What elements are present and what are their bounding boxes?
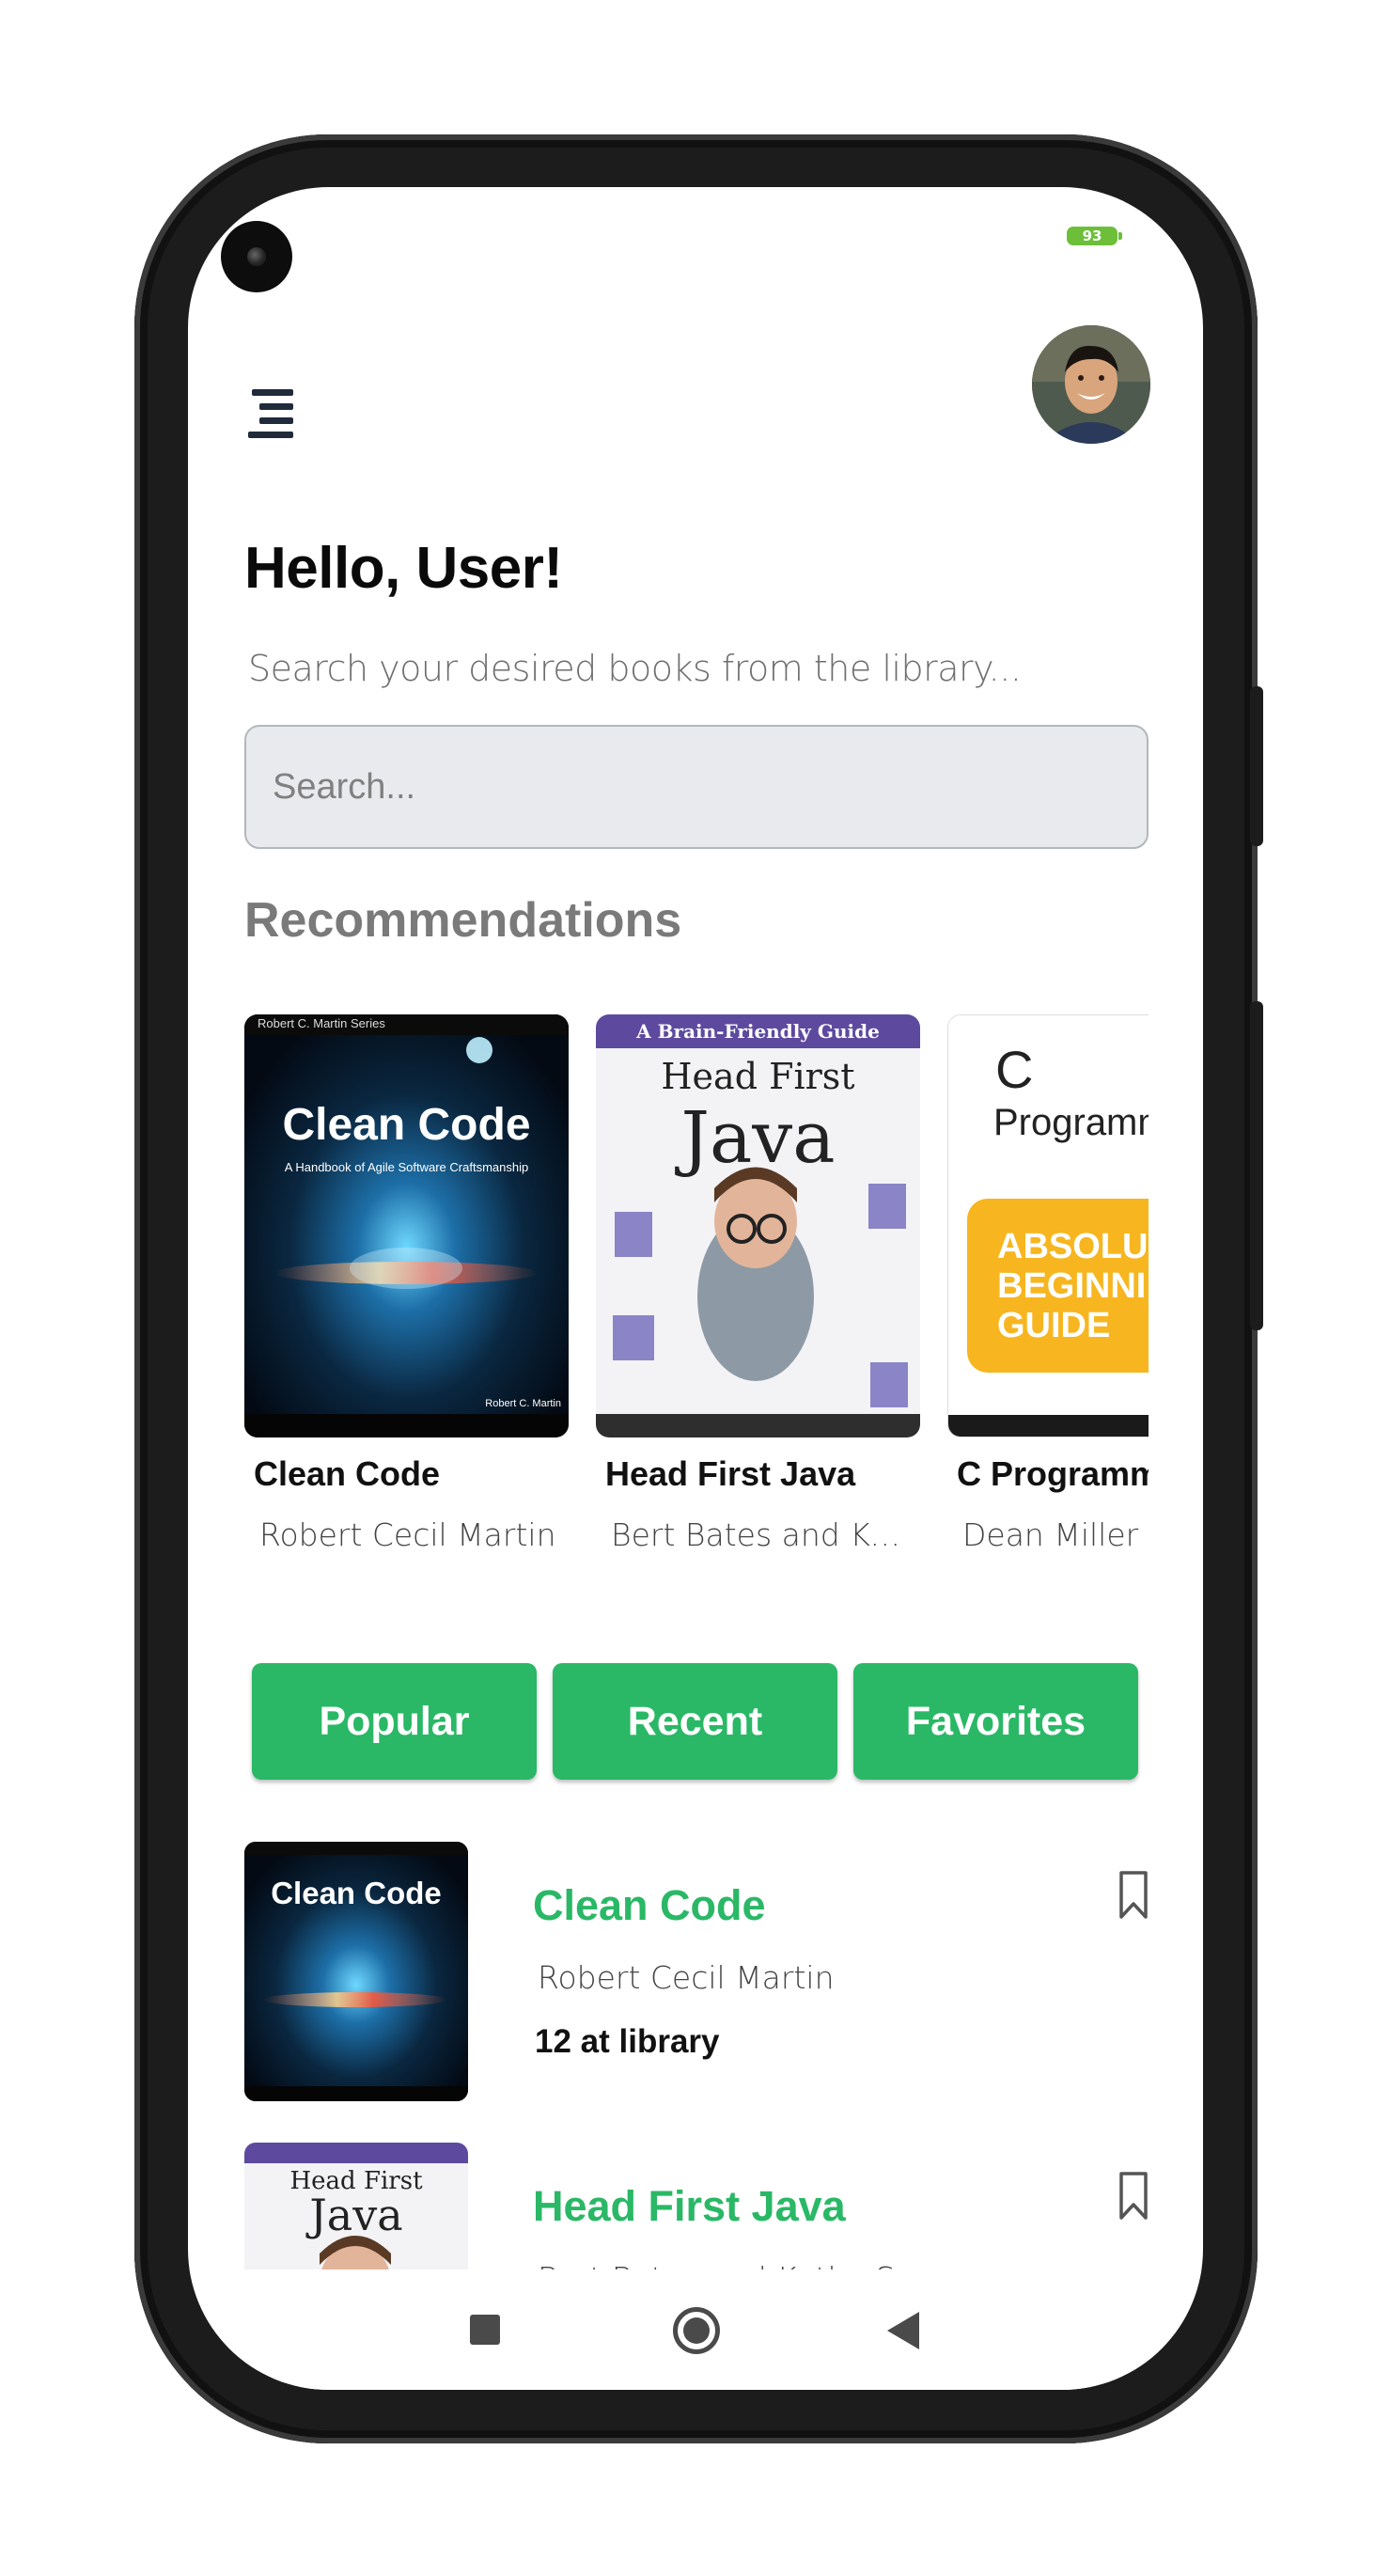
battery-indicator: 93: [1067, 227, 1122, 245]
cover-title-line2: Programm: [993, 1102, 1149, 1143]
search-subtitle: Search your desired books from the libra…: [248, 648, 1022, 689]
avatar[interactable]: [1032, 325, 1150, 444]
power-button: [1250, 1001, 1263, 1330]
book-author: Robert Cecil Martin: [538, 1959, 835, 1996]
search-input[interactable]: Search...: [244, 725, 1149, 849]
tab-favorites[interactable]: Favorites: [853, 1663, 1138, 1780]
recommendations-heading: Recommendations: [244, 893, 682, 948]
cover-author: Robert C. Martin: [485, 1398, 561, 1409]
cover-title: Clean Code: [271, 1876, 442, 1910]
menu-icon[interactable]: [244, 389, 293, 440]
book-cover: A Brain-Friendly Guide Head First Java: [596, 1014, 920, 1437]
book-title[interactable]: Head First Java: [533, 2182, 846, 2231]
bookmark-icon[interactable]: [1118, 1870, 1149, 1921]
book-title[interactable]: Clean Code: [533, 1881, 766, 1930]
book-author: Bert Bates and Kat...: [611, 1516, 912, 1553]
recommendations-carousel[interactable]: Robert C. Martin Series Clean Code A Han…: [244, 1014, 1149, 1616]
system-nav-bar: [188, 2270, 1203, 2390]
camera-icon: [221, 221, 292, 292]
screen: 93 Hello, User! Search your desired book…: [188, 187, 1203, 2390]
cover-title-line2: Java: [680, 1095, 836, 1179]
cover-subtitle: A Handbook of Agile Software Craftsmansh…: [284, 1160, 529, 1174]
cover-badge: ABSOLU BEGINNI GUIDE: [997, 1227, 1149, 1345]
book-title: C Programm: [957, 1454, 1149, 1493]
book-title: Clean Code: [254, 1454, 441, 1493]
book-cover: Robert C. Martin Series Clean Code A Han…: [244, 1014, 569, 1437]
cover-series: Robert C. Martin Series: [258, 1016, 385, 1030]
volume-button: [1250, 686, 1263, 846]
home-nav-icon[interactable]: [673, 2307, 720, 2354]
square-nav-icon[interactable]: [470, 2315, 500, 2345]
recommendation-card[interactable]: C Programm ABSOLU BEGINNI GUIDE C Progra…: [947, 1014, 1149, 1553]
back-nav-icon[interactable]: [887, 2312, 919, 2349]
book-author: Robert Cecil Martin: [259, 1516, 556, 1553]
tab-popular[interactable]: Popular: [252, 1663, 537, 1780]
cover-banner: A Brain-Friendly Guide: [636, 1020, 880, 1043]
list-item[interactable]: Clean Code Clean Code Robert Cecil Marti…: [244, 1842, 1149, 2105]
cover-title-line1: Head First: [661, 1056, 855, 1097]
bookmark-icon[interactable]: [1118, 2171, 1149, 2222]
cover-title-line1: C: [995, 1040, 1034, 1099]
cover-title-line2: Java: [309, 2190, 403, 2240]
book-cover: Clean Code: [244, 1842, 468, 2101]
book-title: Head First Java: [605, 1454, 856, 1493]
book-author: Dean Miller ar: [962, 1516, 1149, 1553]
availability-count: 12 at library: [535, 2023, 720, 2060]
recommendation-card[interactable]: A Brain-Friendly Guide Head First Java H…: [596, 1014, 920, 1553]
recommendation-card[interactable]: Robert C. Martin Series Clean Code A Han…: [244, 1014, 569, 1553]
greeting-heading: Hello, User!: [244, 536, 563, 601]
cover-title: Clean Code: [282, 1100, 531, 1150]
tab-recent[interactable]: Recent: [553, 1663, 837, 1780]
book-cover: C Programm ABSOLU BEGINNI GUIDE: [947, 1014, 1149, 1437]
